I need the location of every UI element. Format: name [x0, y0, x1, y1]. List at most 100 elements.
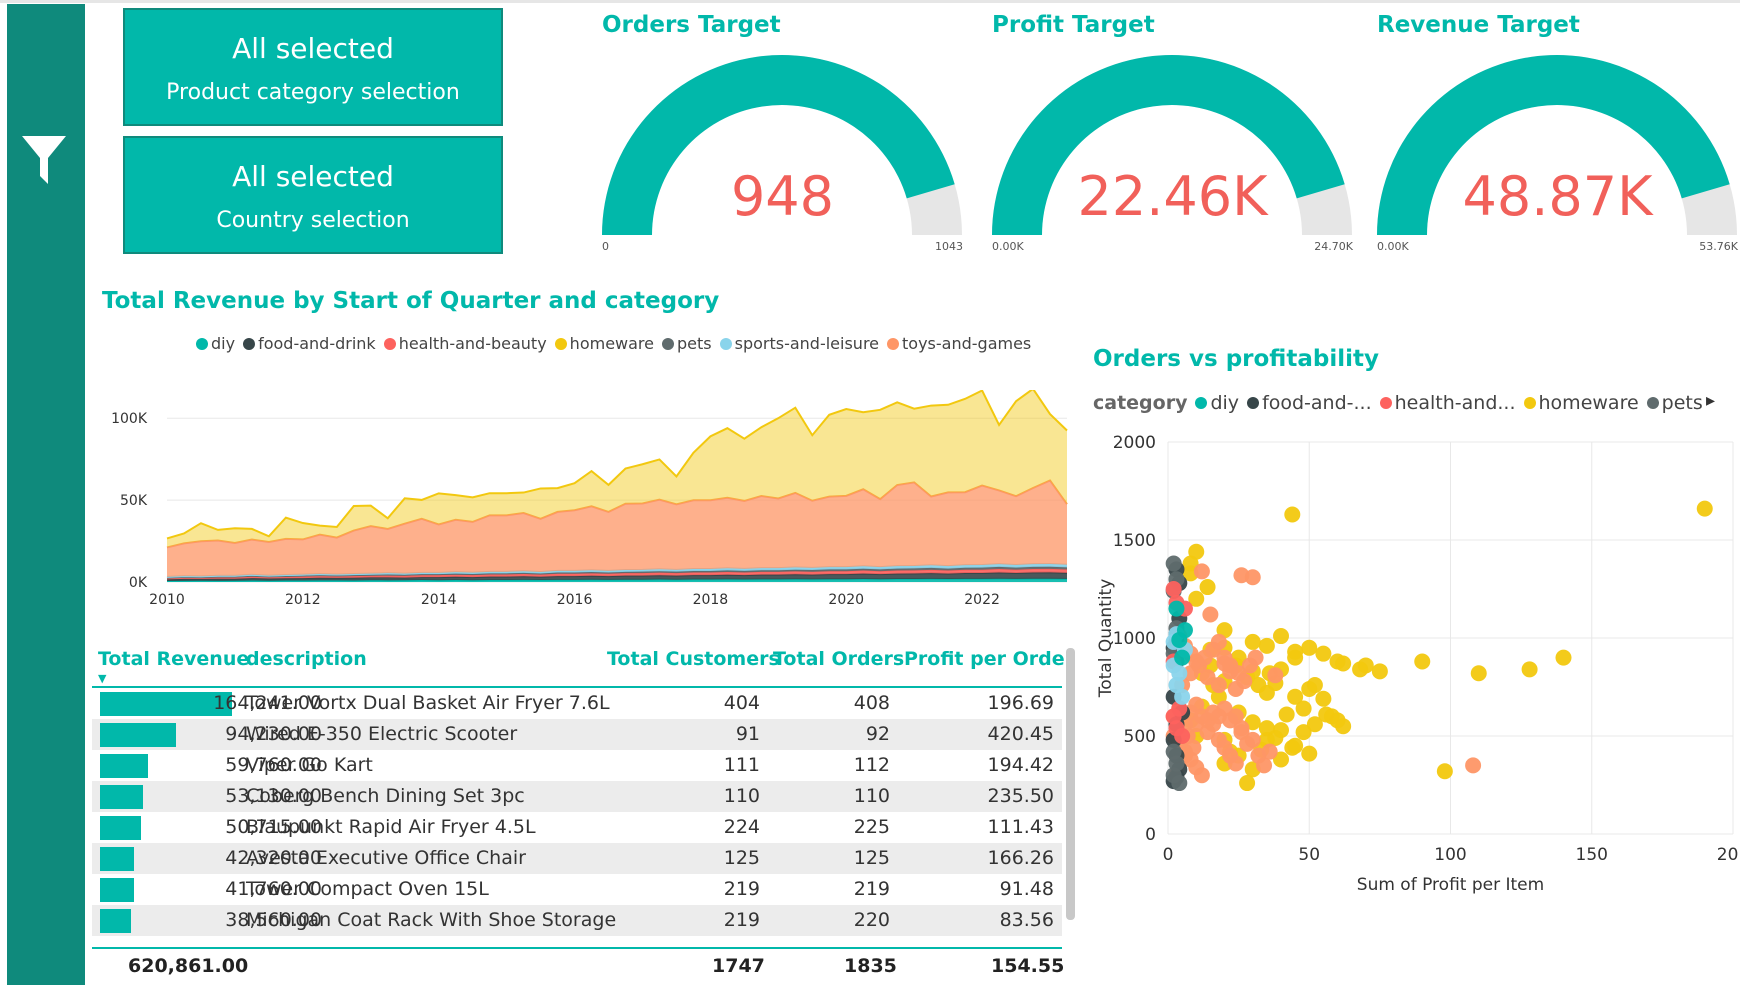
table-row[interactable]: 53,130.00 Coberg Bench Dining Set 3pc 110 1…: [92, 781, 1062, 812]
scatter-point-diy[interactable]: [1176, 622, 1193, 639]
col-header-total-customers[interactable]: Total Customers: [607, 648, 780, 670]
legend-item-diy[interactable]: diy: [196, 334, 235, 353]
scatter-point-health-and-beauty[interactable]: [1174, 728, 1191, 744]
scatter-point-homeware[interactable]: [1470, 665, 1487, 682]
x-tick-label: 2016: [557, 592, 593, 608]
scatter-legend-item-0[interactable]: diy: [1195, 392, 1239, 414]
legend-item-food-and-drink[interactable]: food-and-drink: [243, 334, 376, 353]
scatter-legend-item-4[interactable]: pets: [1646, 392, 1703, 414]
scatter-point-homeware[interactable]: [1352, 661, 1369, 678]
table-row[interactable]: 38,560.00 Michigan Coat Rack With Shoe St…: [92, 905, 1062, 936]
col-header-total-orders[interactable]: Total Orders: [773, 648, 904, 670]
legend-dot: [1646, 397, 1659, 409]
table-row[interactable]: 164,241.00 Tower Vortx Dual Basket Air Fr…: [92, 688, 1062, 719]
scatter-point-diy[interactable]: [1168, 600, 1185, 617]
scatter-point-toys-and-games[interactable]: [1210, 633, 1227, 650]
table-row[interactable]: 94,230.00 Wired E-350 Electric Scooter 91 9…: [92, 719, 1062, 750]
table-row[interactable]: 41,760.00 Tower Compact Oven 15L 219 219 91.…: [92, 874, 1062, 905]
scatter-point-toys-and-games[interactable]: [1261, 743, 1278, 760]
cell-description: Avesta Executive Office Chair: [246, 847, 526, 869]
legend-next-arrow-icon[interactable]: ▸: [1706, 390, 1715, 411]
table-row[interactable]: 50,715.00 Blaupunkt Rapid Air Fryer 4.5L 2…: [92, 812, 1062, 843]
legend-dot: [1523, 397, 1536, 409]
scatter-point-toys-and-games[interactable]: [1233, 720, 1250, 737]
scatter-point-homeware[interactable]: [1250, 677, 1267, 694]
scatter-point-homeware[interactable]: [1315, 690, 1332, 707]
scatter-point-toys-and-games[interactable]: [1244, 731, 1261, 748]
scatter-point-homeware[interactable]: [1696, 500, 1713, 517]
area-chart-legend[interactable]: diy food-and-drink health-and-beauty homewa…: [196, 334, 1031, 353]
scatter-point-toys-and-games[interactable]: [1193, 563, 1210, 580]
orders-gauge-min: 0: [602, 240, 609, 253]
scatter-point-toys-and-games[interactable]: [1193, 767, 1210, 784]
scatter-point-homeware[interactable]: [1371, 663, 1388, 680]
scatter-point-health-and-beauty[interactable]: [1165, 581, 1182, 597]
scatter-point-homeware[interactable]: [1284, 506, 1301, 523]
scatter-point-homeware[interactable]: [1284, 739, 1301, 756]
scatter-point-homeware[interactable]: [1287, 643, 1304, 660]
scatter-point-pets[interactable]: [1171, 775, 1188, 792]
scatter-legend-item-2[interactable]: health-and...: [1379, 392, 1516, 414]
scatter-point-pets[interactable]: [1165, 555, 1182, 572]
legend-dot: [887, 337, 900, 350]
scatter-point-homeware[interactable]: [1199, 579, 1216, 596]
cell-total-orders: 220: [853, 909, 890, 931]
legend-label: homeware: [569, 334, 654, 353]
scatter-point-homeware[interactable]: [1335, 655, 1352, 672]
scatter-point-homeware[interactable]: [1306, 677, 1323, 694]
scatter-point-toys-and-games[interactable]: [1202, 606, 1219, 623]
table-row[interactable]: 59,760.00 Viper Go Kart 111 112 194.42: [92, 750, 1062, 781]
legend-item-health-and-beauty[interactable]: health-and-beauty: [383, 334, 547, 353]
scatter-point-homeware[interactable]: [1318, 706, 1335, 723]
scatter-point-homeware[interactable]: [1295, 700, 1312, 717]
scatter-point-homeware[interactable]: [1315, 645, 1332, 662]
scatter-point-homeware[interactable]: [1273, 628, 1289, 645]
scatter-legend-item-3[interactable]: homeware: [1523, 392, 1639, 414]
scatter-point-toys-and-games[interactable]: [1188, 716, 1205, 733]
scatter-point-homeware[interactable]: [1301, 639, 1318, 656]
scatter-point-toys-and-games[interactable]: [1210, 677, 1227, 694]
table-scrollbar[interactable]: [1066, 648, 1075, 920]
legend-item-homeware[interactable]: homeware: [554, 334, 654, 353]
scatter-point-toys-and-games[interactable]: [1256, 757, 1273, 774]
col-header-profit-per-order[interactable]: Profit per Order: [904, 648, 1074, 670]
filter-icon[interactable]: [21, 134, 67, 186]
scatter-point-homeware[interactable]: [1335, 718, 1352, 735]
scatter-point-homeware[interactable]: [1521, 661, 1538, 678]
scatter-point-homeware[interactable]: [1258, 720, 1275, 737]
area-chart[interactable]: 0K 50K 100K 2010 2012 2014 2016 2018 2020 2022: [92, 390, 1082, 615]
scatter-point-toys-and-games[interactable]: [1244, 569, 1261, 586]
revenue-data-bar: [100, 847, 134, 871]
scatter-point-diy[interactable]: [1174, 649, 1191, 666]
scatter-point-toys-and-games[interactable]: [1247, 649, 1264, 666]
scatter-chart-legend[interactable]: category diy food-and-... health-and... hom…: [1093, 392, 1703, 414]
legend-dot: [719, 337, 732, 350]
legend-item-sports-and-leisure[interactable]: sports-and-leisure: [719, 334, 879, 353]
legend-dot: [383, 337, 396, 350]
scatter-point-toys-and-games[interactable]: [1267, 667, 1284, 684]
scatter-point-homeware[interactable]: [1244, 633, 1261, 650]
scatter-point-toys-and-games[interactable]: [1227, 755, 1244, 772]
col-header-total-revenue[interactable]: Total Revenue: [98, 648, 249, 670]
scatter-point-homeware[interactable]: [1414, 653, 1431, 670]
product-category-card[interactable]: All selected Product category selection: [123, 8, 503, 126]
scatter-point-homeware[interactable]: [1258, 637, 1275, 654]
scatter-point-toys-and-games[interactable]: [1236, 673, 1253, 690]
profit-target-title: Profit Target: [992, 12, 1155, 38]
table-row[interactable]: 42,320.00 Avesta Executive Office Chair 12…: [92, 843, 1062, 874]
scatter-point-sports-and-leisure[interactable]: [1174, 688, 1191, 705]
scatter-chart[interactable]: 0 500 1000 1500 2000 0 50 100 150 200 Sum of Profi…: [1093, 422, 1738, 902]
legend-item-pets[interactable]: pets: [662, 334, 712, 353]
cell-total-customers: 125: [723, 847, 760, 869]
scatter-point-homeware[interactable]: [1555, 649, 1572, 666]
legend-item-toys-and-games[interactable]: toys-and-games: [887, 334, 1031, 353]
scatter-point-homeware[interactable]: [1278, 706, 1295, 723]
scatter-point-homeware[interactable]: [1301, 745, 1318, 762]
scatter-point-homeware[interactable]: [1239, 775, 1256, 792]
col-header-description[interactable]: description: [246, 648, 367, 670]
scatter-point-homeware[interactable]: [1436, 763, 1453, 780]
country-card[interactable]: All selected Country selection: [123, 136, 503, 254]
filter-pane-sidebar[interactable]: [7, 4, 85, 985]
scatter-legend-item-1[interactable]: food-and-...: [1247, 392, 1372, 414]
scatter-point-toys-and-games[interactable]: [1465, 757, 1482, 774]
